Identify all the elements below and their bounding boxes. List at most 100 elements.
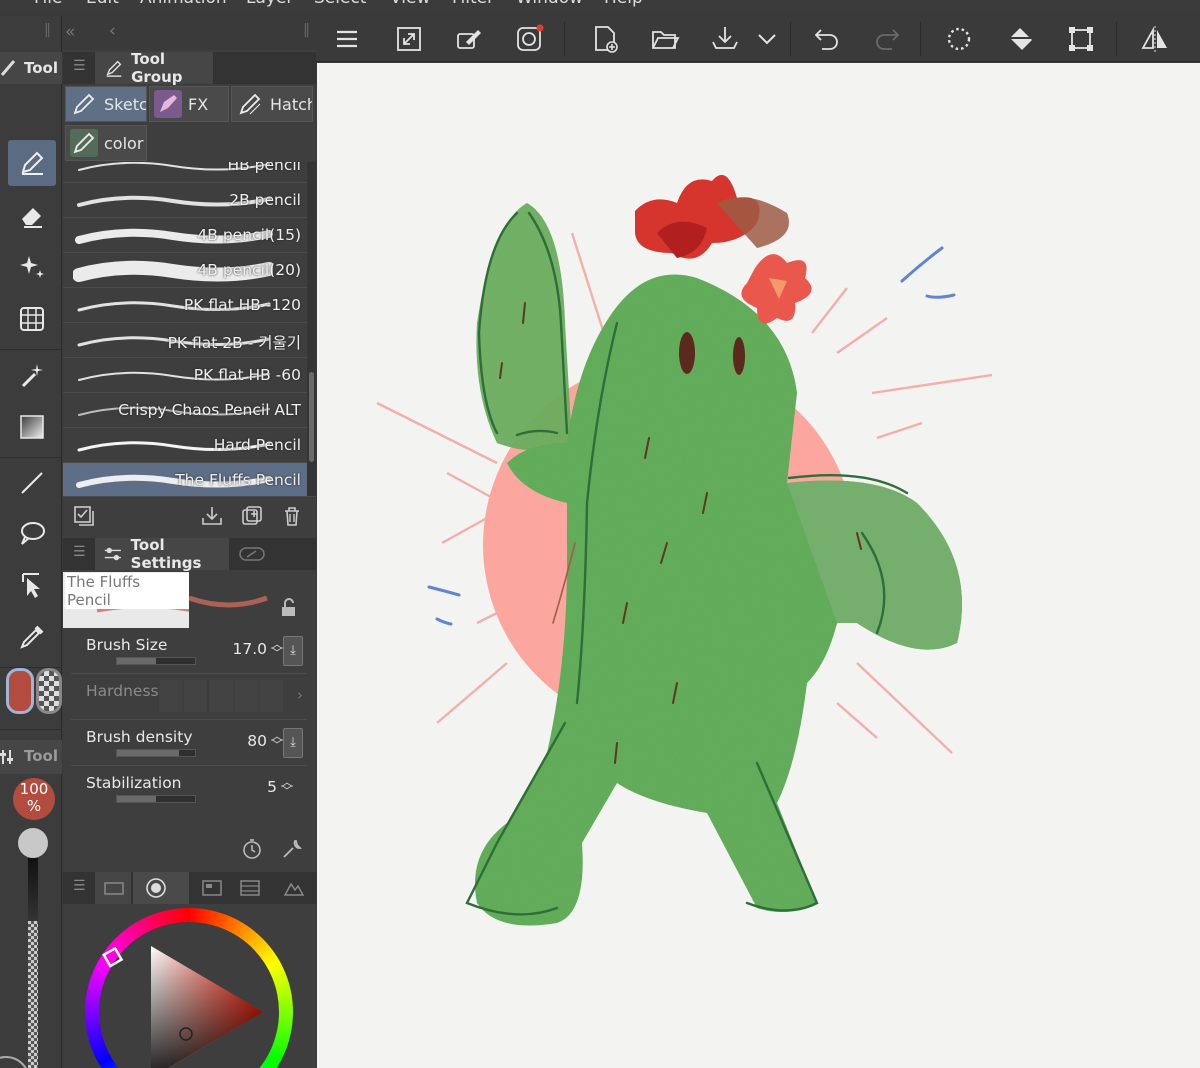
stabilization-row[interactable]: Stabilization 5 ︿ ﹀ <box>71 768 307 812</box>
opacity-slider-track[interactable] <box>28 858 38 1068</box>
save-button[interactable] <box>708 24 742 54</box>
companion-mode-button[interactable] <box>512 24 546 54</box>
brush-item[interactable]: HB pencil <box>63 162 307 183</box>
menu-animation[interactable]: Animation <box>140 0 227 8</box>
saturation-triangle[interactable] <box>85 908 293 1068</box>
hardness-step[interactable] <box>234 680 258 712</box>
brush-item[interactable]: PK flat HB -60 <box>63 358 307 393</box>
gradient-tool-button[interactable] <box>8 404 56 450</box>
redo-button[interactable] <box>870 24 904 54</box>
eyedropper-tool-button[interactable] <box>8 614 56 660</box>
menu-view[interactable]: View <box>390 0 430 8</box>
brush-item[interactable]: The Fluffs Pencil <box>63 463 307 496</box>
hardness-step[interactable] <box>209 680 233 712</box>
brush-density-row[interactable]: Brush density 80 ︿ ﹀ ⤓ <box>71 722 307 766</box>
deselect-button[interactable] <box>942 24 976 54</box>
chevron-right-icon[interactable]: › <box>297 686 303 704</box>
sub-tool-detail-button[interactable] <box>279 836 305 862</box>
group-fx[interactable]: FX <box>149 86 229 122</box>
menu-layer[interactable]: Layer <box>246 0 293 8</box>
main-color-swatch[interactable] <box>6 668 34 714</box>
tab-color-slider[interactable] <box>195 872 229 904</box>
menu-file[interactable]: File <box>34 0 62 8</box>
eraser-tool-button[interactable] <box>8 192 56 238</box>
stabilization-spinner-icon[interactable]: ︿ ﹀ <box>281 776 293 797</box>
menu-edit[interactable]: Edit <box>86 0 119 8</box>
cactus-artwork[interactable] <box>317 63 1200 1068</box>
chevron-left-icon[interactable]: ‹ <box>109 21 116 41</box>
tab-color-history[interactable] <box>233 872 269 904</box>
hardness-steps[interactable] <box>159 680 284 712</box>
clip-studio-button[interactable] <box>452 24 486 54</box>
new-file-button[interactable] <box>588 24 622 54</box>
collapse-left-icon[interactable]: « <box>65 22 75 42</box>
brush-size-slider[interactable] <box>116 657 196 665</box>
tab-intermediate-color[interactable] <box>275 872 313 904</box>
menu-hamburger-icon[interactable]: ☰ <box>73 544 86 560</box>
tab-tool-group[interactable]: Tool Group <box>95 50 213 86</box>
group-hatch[interactable]: Hatch <box>231 86 313 122</box>
menu-select[interactable]: Select <box>314 0 366 8</box>
brush-item[interactable]: PK flat 2B - 기울기 <box>63 323 307 358</box>
tab-color-set[interactable] <box>95 872 131 904</box>
hardness-row[interactable]: Hardness › <box>71 676 307 720</box>
group-color-pencils[interactable]: color pencils <box>65 125 147 161</box>
auto-select-tool-button[interactable] <box>8 352 56 398</box>
hardness-step[interactable] <box>259 680 284 712</box>
open-file-button[interactable] <box>648 24 682 54</box>
brush-size-row[interactable]: Brush Size 17.0 ︿ ﹀ ⤓ <box>71 630 307 674</box>
transform-button[interactable] <box>1064 24 1098 54</box>
hardness-step[interactable] <box>159 680 183 712</box>
transparent-color-swatch[interactable] <box>36 668 62 714</box>
balloon-tool-button[interactable] <box>8 510 56 556</box>
brush-item[interactable]: PK flat HB -120 <box>63 288 307 323</box>
brush-density-spinner-icon[interactable]: ︿ ﹀ <box>271 730 283 751</box>
save-options-button[interactable] <box>752 24 782 54</box>
fit-canvas-button[interactable] <box>392 24 426 54</box>
brush-density-slider[interactable] <box>116 749 196 757</box>
undo-button[interactable] <box>810 24 844 54</box>
reset-settings-button[interactable] <box>239 836 265 862</box>
drag-handle-circle[interactable] <box>0 1056 30 1068</box>
menu-window[interactable]: Window <box>516 0 583 8</box>
sub-tool-detail-icon[interactable] <box>239 545 265 563</box>
unlock-icon[interactable] <box>279 598 299 618</box>
opacity-slider-handle[interactable] <box>18 828 48 858</box>
brush-size-value[interactable]: 17.0 <box>232 640 267 658</box>
stabilization-slider[interactable] <box>116 795 196 803</box>
menu-hamburger-icon[interactable]: ☰ <box>73 58 86 74</box>
decoration-tool-button[interactable] <box>8 244 56 290</box>
brush-item[interactable]: Hard Pencil <box>63 428 307 463</box>
flip-horizontal-button[interactable] <box>1138 24 1172 54</box>
group-sketch[interactable]: Sketch <box>65 86 147 122</box>
brush-item[interactable]: 4B pencil(20) <box>63 253 307 288</box>
opacity-badge[interactable]: 100 % <box>13 778 55 820</box>
brush-size-download-icon[interactable]: ⤓ <box>283 636 303 666</box>
brush-item[interactable]: 4B pencil(15) <box>63 218 307 253</box>
brush-item[interactable]: 2B pencil <box>63 183 307 218</box>
brush-size-spinner-icon[interactable]: ︿ ﹀ <box>271 638 283 659</box>
pen-tool-button[interactable] <box>8 140 56 186</box>
delete-brush-button[interactable] <box>279 503 305 529</box>
tab-color-wheel[interactable] <box>133 872 189 904</box>
duplicate-brush-button[interactable] <box>239 503 265 529</box>
menu-help[interactable]: Help <box>604 0 643 8</box>
brush-density-value[interactable]: 80 <box>247 732 267 750</box>
figure-tool-button[interactable] <box>8 460 56 506</box>
brush-list-scrollbar[interactable] <box>307 162 316 496</box>
object-tool-button[interactable] <box>8 562 56 608</box>
scrollbar-thumb[interactable] <box>309 372 314 462</box>
tool-properties-button[interactable] <box>71 503 97 529</box>
drawing-canvas[interactable] <box>317 63 1200 1068</box>
brush-density-download-icon[interactable]: ⤓ <box>283 728 303 758</box>
hue-marker[interactable] <box>102 946 124 968</box>
fill-button[interactable] <box>1004 24 1038 54</box>
brush-item[interactable]: Crispy Chaos Pencil ALT <box>63 393 307 428</box>
frame-tool-button[interactable] <box>8 296 56 342</box>
hardness-step[interactable] <box>184 680 208 712</box>
menu-filter[interactable]: Filter <box>452 0 494 8</box>
import-brush-button[interactable] <box>199 503 225 529</box>
stabilization-value[interactable]: 5 <box>267 778 277 796</box>
menu-button[interactable] <box>330 24 364 54</box>
tab-tool-settings[interactable]: Tool Settings <box>95 536 229 572</box>
